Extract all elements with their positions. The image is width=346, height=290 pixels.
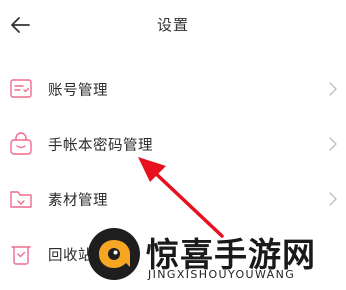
page-title: 设置	[156, 16, 189, 34]
folder-icon	[10, 191, 32, 208]
lock-book-icon	[10, 132, 32, 155]
menu-item-label: 素材管理	[48, 193, 108, 209]
trash-icon	[11, 246, 31, 265]
menu-item-materials[interactable]: 素材管理	[0, 179, 346, 219]
chevron-right-icon	[329, 137, 337, 151]
account-card-icon	[10, 79, 32, 98]
menu-item-recycle-bin[interactable]: 回收站	[0, 234, 346, 274]
menu-item-label: 账号管理	[48, 83, 108, 99]
chevron-right-icon	[329, 82, 337, 96]
menu-item-notebook-password[interactable]: 手帐本密码管理	[0, 124, 346, 164]
menu-item-account[interactable]: 账号管理	[0, 69, 346, 109]
menu-item-label: 回收站	[48, 248, 93, 264]
chevron-right-icon	[329, 192, 337, 206]
menu-item-label: 手帐本密码管理	[48, 138, 153, 154]
header-bar: 设置	[0, 0, 346, 52]
